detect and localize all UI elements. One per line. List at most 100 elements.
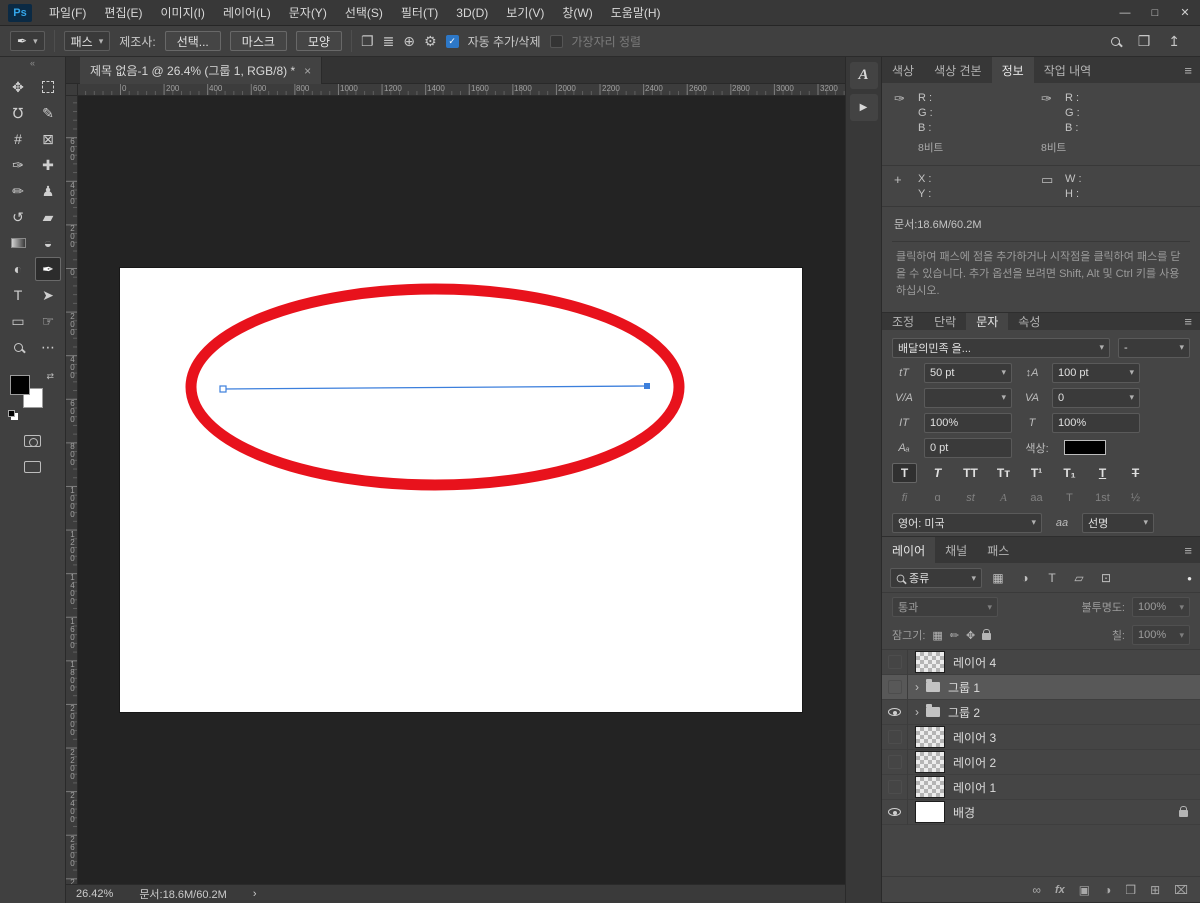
layer-thumbnail[interactable] [915, 651, 945, 673]
foreground-color-swatch[interactable] [10, 375, 30, 395]
titling-alternates-button[interactable]: T [1057, 489, 1082, 507]
quick-selection-tool[interactable]: ✎ [35, 101, 61, 125]
tab-history[interactable]: 작업 내역 [1034, 57, 1102, 83]
horizontal-ruler[interactable]: 0 200 400 600 800 1000 1200 1400 1600 18… [78, 84, 845, 96]
path-selection-tool[interactable]: ➤ [35, 283, 61, 307]
quick-mask-icon[interactable] [24, 435, 41, 447]
frame-tool[interactable]: ⊠ [35, 127, 61, 151]
workspace-icon[interactable]: ❒ [1138, 33, 1151, 50]
anti-alias-select[interactable]: 선명 ▾ [1082, 512, 1154, 533]
path-operations-icon[interactable]: ❐ [361, 33, 374, 50]
default-colors-icon[interactable] [8, 410, 15, 417]
marquee-tool[interactable] [35, 75, 61, 99]
tool-preset-button[interactable]: ✒ ▾ [10, 31, 45, 51]
menu-layer[interactable]: 레이어(L) [214, 0, 280, 26]
leading-select[interactable]: 100 pt ▾ [1052, 362, 1140, 383]
layer-name[interactable]: 배경 [953, 804, 975, 821]
font-size-select[interactable]: 50 pt ▾ [924, 362, 1012, 383]
filter-type-layers-icon[interactable]: T [1041, 569, 1063, 588]
fractions-button[interactable]: ½ [1123, 489, 1148, 507]
delete-layer-icon[interactable]: ⌧ [1174, 883, 1188, 897]
menu-filter[interactable]: 필터(T) [392, 0, 447, 26]
link-layers-icon[interactable]: ∞ [1032, 883, 1041, 897]
layer-thumbnail[interactable] [915, 801, 945, 823]
kerning-select[interactable]: ▾ [924, 387, 1012, 408]
layer-row[interactable]: › 그룹 2 [882, 699, 1200, 725]
vertical-scale-field[interactable]: 100% [924, 412, 1012, 433]
ligatures-button[interactable]: fi [892, 489, 917, 507]
blur-tool[interactable]: ◒ [35, 231, 61, 255]
path-alignment-icon[interactable]: ≣ [383, 33, 395, 50]
opacity-select[interactable]: 100% ▾ [1132, 597, 1190, 617]
text-color-swatch[interactable] [1064, 440, 1106, 455]
edit-toolbar-button[interactable]: ⋯ [35, 335, 61, 359]
path-arrangement-icon[interactable]: ⊕ [403, 33, 415, 50]
menu-file[interactable]: 파일(F) [40, 0, 95, 26]
filter-smart-objects-icon[interactable]: ⊡ [1095, 569, 1117, 588]
toolbar-collapse-icon[interactable]: « [0, 57, 65, 71]
make-shape-button[interactable]: 모양 [295, 31, 342, 51]
layer-row[interactable]: 레이어 2 [882, 749, 1200, 775]
share-icon[interactable]: ↥ [1168, 33, 1180, 50]
lock-image-pixels-icon[interactable]: ✏ [950, 629, 959, 642]
canvas[interactable] [120, 268, 802, 712]
eraser-tool[interactable]: ▰ [35, 205, 61, 229]
adjustment-layer-icon[interactable]: ◑ [1104, 883, 1111, 897]
panel-menu-icon[interactable]: ≡ [1184, 537, 1200, 563]
menu-3d[interactable]: 3D(D) [447, 0, 497, 26]
layer-name[interactable]: 그룹 2 [948, 704, 980, 721]
superscript-button[interactable]: T¹ [1024, 463, 1049, 483]
minimize-button[interactable]: — [1110, 0, 1140, 26]
move-tool[interactable]: ✥ [5, 75, 31, 99]
clone-stamp-tool[interactable]: ♟ [35, 179, 61, 203]
filter-shape-layers-icon[interactable]: ▱ [1068, 569, 1090, 588]
ordinals-button[interactable]: 1st [1090, 489, 1115, 507]
zoom-tool[interactable] [5, 335, 31, 359]
menu-edit[interactable]: 편집(E) [95, 0, 151, 26]
menu-type[interactable]: 문자(Y) [280, 0, 336, 26]
eyedropper-tool[interactable]: ✑ [5, 153, 31, 177]
layer-thumbnail[interactable] [915, 726, 945, 748]
visibility-toggle[interactable] [882, 774, 908, 800]
layer-thumbnail[interactable] [915, 776, 945, 798]
history-brush-tool[interactable]: ↺ [5, 205, 31, 229]
layer-name[interactable]: 레이어 1 [953, 779, 996, 796]
gradient-tool[interactable] [5, 231, 31, 255]
actions-panel-icon[interactable]: ▶ [849, 94, 878, 121]
visibility-toggle[interactable] [882, 699, 908, 725]
layer-row[interactable]: 레이어 1 [882, 774, 1200, 800]
menu-image[interactable]: 이미지(I) [151, 0, 213, 26]
make-mask-button[interactable]: 마스크 [229, 31, 287, 51]
swash-button[interactable]: A [991, 489, 1016, 507]
layer-name[interactable]: 레이어 2 [953, 754, 996, 771]
pen-tool[interactable]: ✒ [35, 257, 61, 281]
document-tab[interactable]: 제목 없음-1 @ 26.4% (그룹 1, RGB/8) * × [80, 57, 323, 84]
tab-properties[interactable]: 속성 [1008, 313, 1050, 330]
tracking-select[interactable]: 0 ▾ [1052, 387, 1140, 408]
filter-pixel-layers-icon[interactable]: ▦ [987, 569, 1009, 588]
panel-menu-icon[interactable]: ≡ [1184, 57, 1200, 83]
close-button[interactable]: ✕ [1170, 0, 1200, 26]
filter-adjustment-layers-icon[interactable]: ◑ [1014, 569, 1036, 588]
font-style-select[interactable]: - ▾ [1118, 337, 1190, 358]
visibility-toggle[interactable] [882, 674, 908, 700]
tab-swatches[interactable]: 색상 견본 [924, 57, 992, 83]
filter-toggle-icon[interactable]: ● [1187, 574, 1192, 583]
screen-mode-icon[interactable] [24, 461, 41, 473]
layer-row[interactable]: 레이어 4 [882, 649, 1200, 675]
new-layer-icon[interactable]: ⊞ [1150, 883, 1160, 897]
pen-path-segment[interactable] [222, 385, 648, 390]
visibility-toggle[interactable] [882, 799, 908, 825]
path-anchor-start[interactable] [219, 385, 227, 393]
new-group-icon[interactable]: ❒ [1125, 883, 1136, 897]
fill-select[interactable]: 100% ▾ [1132, 625, 1190, 645]
auto-add-delete-checkbox[interactable]: ✓ [445, 34, 459, 48]
visibility-toggle[interactable] [882, 724, 908, 750]
menu-window[interactable]: 창(W) [553, 0, 601, 26]
group-expand-icon[interactable]: › [915, 680, 923, 694]
swap-colors-icon[interactable]: ⇄ [46, 371, 54, 382]
layer-style-icon[interactable]: fx [1055, 884, 1065, 896]
layer-row-selected[interactable]: › 그룹 1 [882, 674, 1200, 700]
shape-tool[interactable]: ▭ [5, 309, 31, 333]
add-mask-icon[interactable]: ▣ [1079, 883, 1090, 897]
